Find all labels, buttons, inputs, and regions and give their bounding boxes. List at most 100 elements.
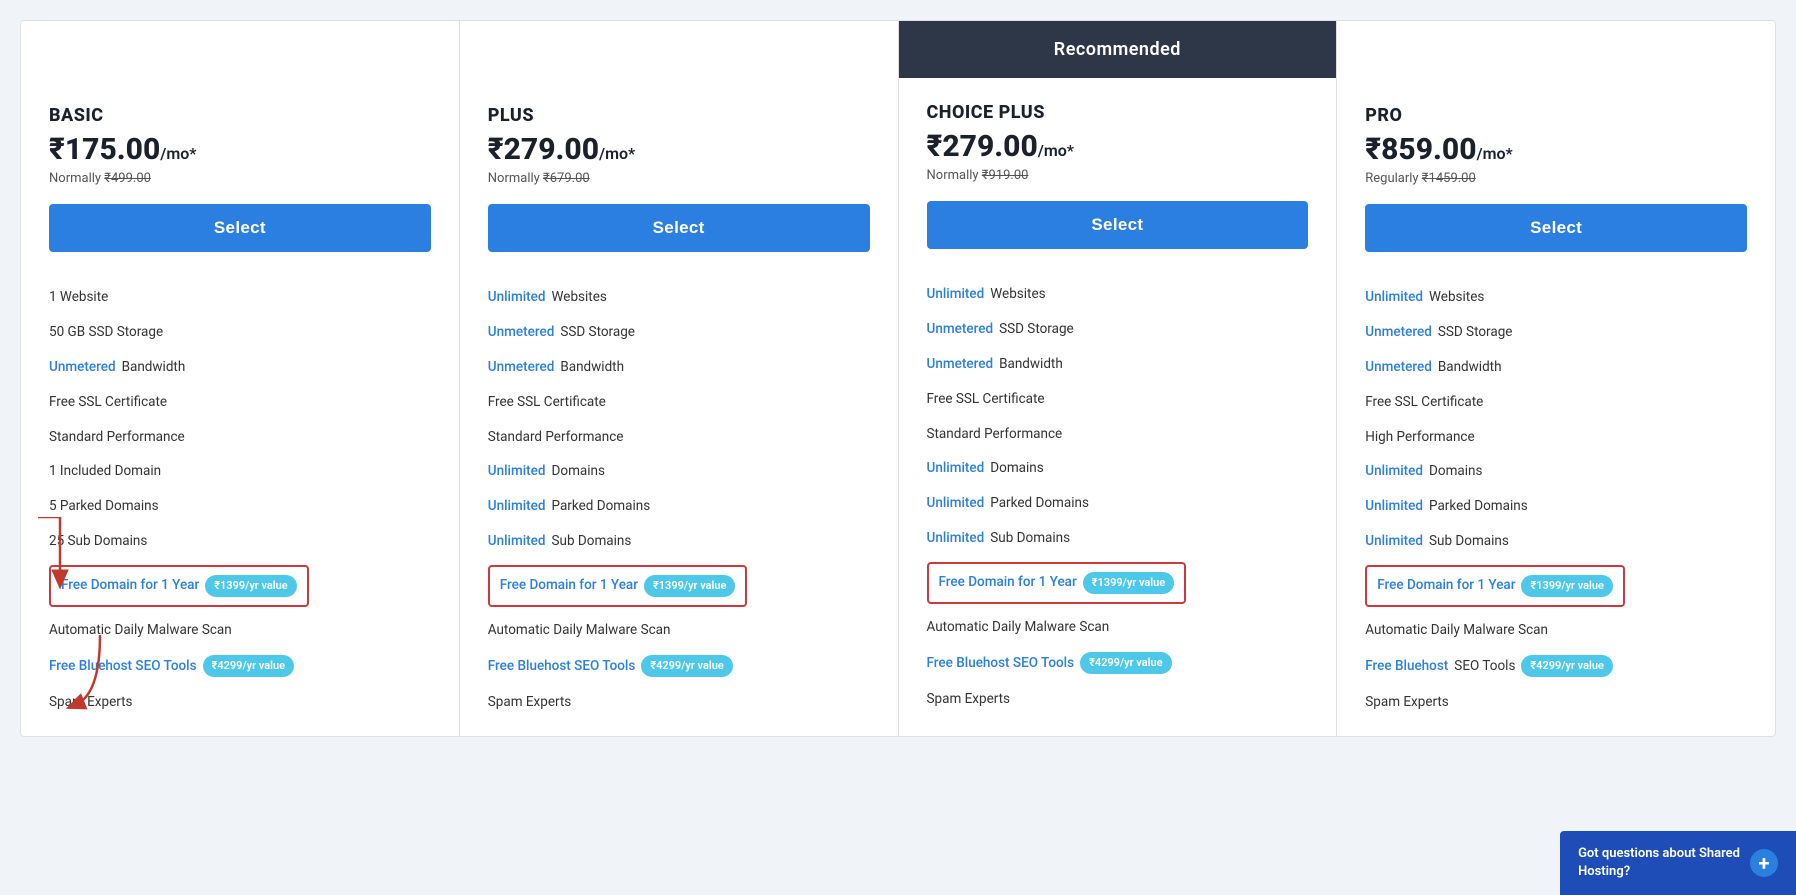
- features-list-choice-plus: Unlimited WebsitesUnmetered SSD StorageU…: [927, 277, 1309, 717]
- red-arrow-indicator: [30, 517, 80, 597]
- plan-name-pro: PRO: [1365, 105, 1747, 126]
- domain-value-badge: ₹1399/yr value: [1083, 572, 1175, 593]
- highlight-word: Unlimited: [927, 529, 985, 548]
- feature-badge: ₹4299/yr value: [1080, 652, 1172, 673]
- free-domain-row-choice-plus: Free Domain for 1 Year₹1399/yr value: [927, 562, 1187, 603]
- free-domain-row-basic: Free Domain for 1 Year₹1399/yr value: [49, 565, 309, 606]
- feature-badge: ₹4299/yr value: [641, 655, 733, 676]
- list-item: 5 Parked Domains: [49, 489, 431, 524]
- plan-price-pro: ₹859.00/mo*: [1365, 132, 1747, 167]
- recommended-banner: Recommended: [899, 21, 1337, 78]
- free-domain-row-plus: Free Domain for 1 Year₹1399/yr value: [488, 565, 748, 606]
- list-item: Free Bluehost SEO Tools ₹4299/yr value: [488, 647, 870, 684]
- highlight-word: Unmetered: [927, 320, 994, 339]
- list-item: Unmetered Bandwidth: [927, 347, 1309, 382]
- domain-value-badge: ₹1399/yr value: [205, 575, 297, 596]
- list-item: Unlimited Domains: [927, 451, 1309, 486]
- plan-normal-price-basic: Normally ₹499.00: [49, 171, 431, 186]
- list-item: Unmetered Bandwidth: [49, 350, 431, 385]
- highlight-word: Free Bluehost SEO Tools: [49, 657, 197, 676]
- list-item: Automatic Daily Malware Scan: [927, 610, 1309, 645]
- highlight-word: Unlimited: [1365, 462, 1423, 481]
- feature-badge: ₹4299/yr value: [203, 655, 295, 676]
- highlight-word: Unmetered: [1365, 358, 1432, 377]
- highlight-word: Unmetered: [488, 323, 555, 342]
- plan-col-choice-plus: RecommendedCHOICE PLUS₹279.00/mo*Normall…: [899, 21, 1338, 736]
- list-item: High Performance: [1365, 420, 1747, 455]
- plan-col-plus: PLUS ₹279.00/mo* Normally ₹679.00 Select Unl…: [460, 21, 899, 736]
- list-item: Spam Experts: [1365, 685, 1747, 720]
- highlight-word: Free Bluehost SEO Tools: [927, 654, 1075, 673]
- select-button-choice-plus[interactable]: Select: [927, 201, 1309, 249]
- list-item: Unlimited Domains: [488, 454, 870, 489]
- list-item: Unlimited Sub Domains: [488, 524, 870, 559]
- features-list-pro: Unlimited WebsitesUnmetered SSD StorageU…: [1365, 280, 1747, 720]
- highlight-word: Unmetered: [927, 355, 994, 374]
- plan-col-pro: PRO ₹859.00/mo* Regularly ₹1459.00 Select Un…: [1337, 21, 1775, 736]
- list-item: Free Domain for 1 Year₹1399/yr value: [488, 559, 870, 612]
- highlight-word: Unlimited: [927, 459, 985, 478]
- chat-widget[interactable]: Got questions about Shared Hosting? +: [1560, 831, 1796, 895]
- select-button-pro[interactable]: Select: [1365, 204, 1747, 252]
- select-button-basic[interactable]: Select: [49, 204, 431, 252]
- list-item: Free Bluehost SEO Tools₹4299/yr value: [1365, 647, 1747, 684]
- list-item: Automatic Daily Malware Scan: [49, 613, 431, 648]
- list-item: Unlimited Domains: [1365, 454, 1747, 489]
- list-item: Free Domain for 1 Year₹1399/yr value: [49, 559, 431, 612]
- no-banner-spacer: [1337, 21, 1775, 81]
- plan-normal-price-plus: Normally ₹679.00: [488, 171, 870, 186]
- list-item: Unlimited Websites: [1365, 280, 1747, 315]
- list-item: Unmetered SSD Storage: [1365, 315, 1747, 350]
- plan-price-plus: ₹279.00/mo*: [488, 132, 870, 167]
- highlight-word: Free Bluehost: [1365, 657, 1448, 676]
- chat-plus-icon[interactable]: +: [1750, 849, 1778, 877]
- plan-col-basic: BASIC ₹175.00/mo* Normally ₹499.00 Select 1 …: [21, 21, 460, 736]
- list-item: Free SSL Certificate: [49, 385, 431, 420]
- highlight-word: Unlimited: [1365, 288, 1423, 307]
- free-domain-text: Free Domain for 1 Year: [1377, 576, 1515, 595]
- highlight-word: Unlimited: [488, 532, 546, 551]
- highlight-word: Free Bluehost SEO Tools: [488, 657, 636, 676]
- plan-normal-price-pro: Regularly ₹1459.00: [1365, 171, 1747, 186]
- list-item: Standard Performance: [927, 417, 1309, 452]
- highlight-word: Unmetered: [49, 358, 116, 377]
- domain-value-badge: ₹1399/yr value: [1521, 575, 1613, 596]
- list-item: Automatic Daily Malware Scan: [1365, 613, 1747, 648]
- plan-name-choice-plus: CHOICE PLUS: [927, 102, 1309, 123]
- list-item: Free SSL Certificate: [927, 382, 1309, 417]
- features-list-basic: 1 Website50 GB SSD StorageUnmetered Band…: [49, 280, 431, 720]
- domain-value-badge: ₹1399/yr value: [644, 575, 736, 596]
- list-item: Free Bluehost SEO Tools ₹4299/yr value: [49, 647, 431, 684]
- list-item: 1 Included Domain: [49, 454, 431, 489]
- select-button-plus[interactable]: Select: [488, 204, 870, 252]
- list-item: Unlimited Parked Domains: [488, 489, 870, 524]
- list-item: Free Domain for 1 Year₹1399/yr value: [927, 556, 1309, 609]
- plan-normal-price-choice-plus: Normally ₹919.00: [927, 168, 1309, 183]
- features-list-plus: Unlimited WebsitesUnmetered SSD StorageU…: [488, 280, 870, 720]
- list-item: Free Bluehost SEO Tools ₹4299/yr value: [927, 644, 1309, 681]
- list-item: Free Domain for 1 Year ₹1399/yr value: [1365, 559, 1747, 612]
- plan-price-basic: ₹175.00/mo*: [49, 132, 431, 167]
- list-item: Unlimited Websites: [927, 277, 1309, 312]
- list-item: Unlimited Sub Domains: [927, 521, 1309, 556]
- list-item: Automatic Daily Malware Scan: [488, 613, 870, 648]
- list-item: Standard Performance: [488, 420, 870, 455]
- list-item: Spam Experts: [927, 682, 1309, 717]
- list-item: Unmetered SSD Storage: [488, 315, 870, 350]
- plan-name-basic: BASIC: [49, 105, 431, 126]
- list-item: Free SSL Certificate: [1365, 385, 1747, 420]
- highlight-word: Unmetered: [1365, 323, 1432, 342]
- list-item: Unmetered Bandwidth: [1365, 350, 1747, 385]
- no-banner-spacer: [460, 21, 898, 81]
- list-item: 1 Website: [49, 280, 431, 315]
- free-domain-row-pro: Free Domain for 1 Year ₹1399/yr value: [1365, 565, 1625, 606]
- highlight-word: Unlimited: [1365, 497, 1423, 516]
- plan-name-plus: PLUS: [488, 105, 870, 126]
- list-item: Unmetered SSD Storage: [927, 312, 1309, 347]
- highlight-word: Unlimited: [927, 285, 985, 304]
- highlight-word: Unlimited: [488, 288, 546, 307]
- highlight-word: Unmetered: [488, 358, 555, 377]
- list-item: Free SSL Certificate: [488, 385, 870, 420]
- list-item: Standard Performance: [49, 420, 431, 455]
- list-item: Unlimited Websites: [488, 280, 870, 315]
